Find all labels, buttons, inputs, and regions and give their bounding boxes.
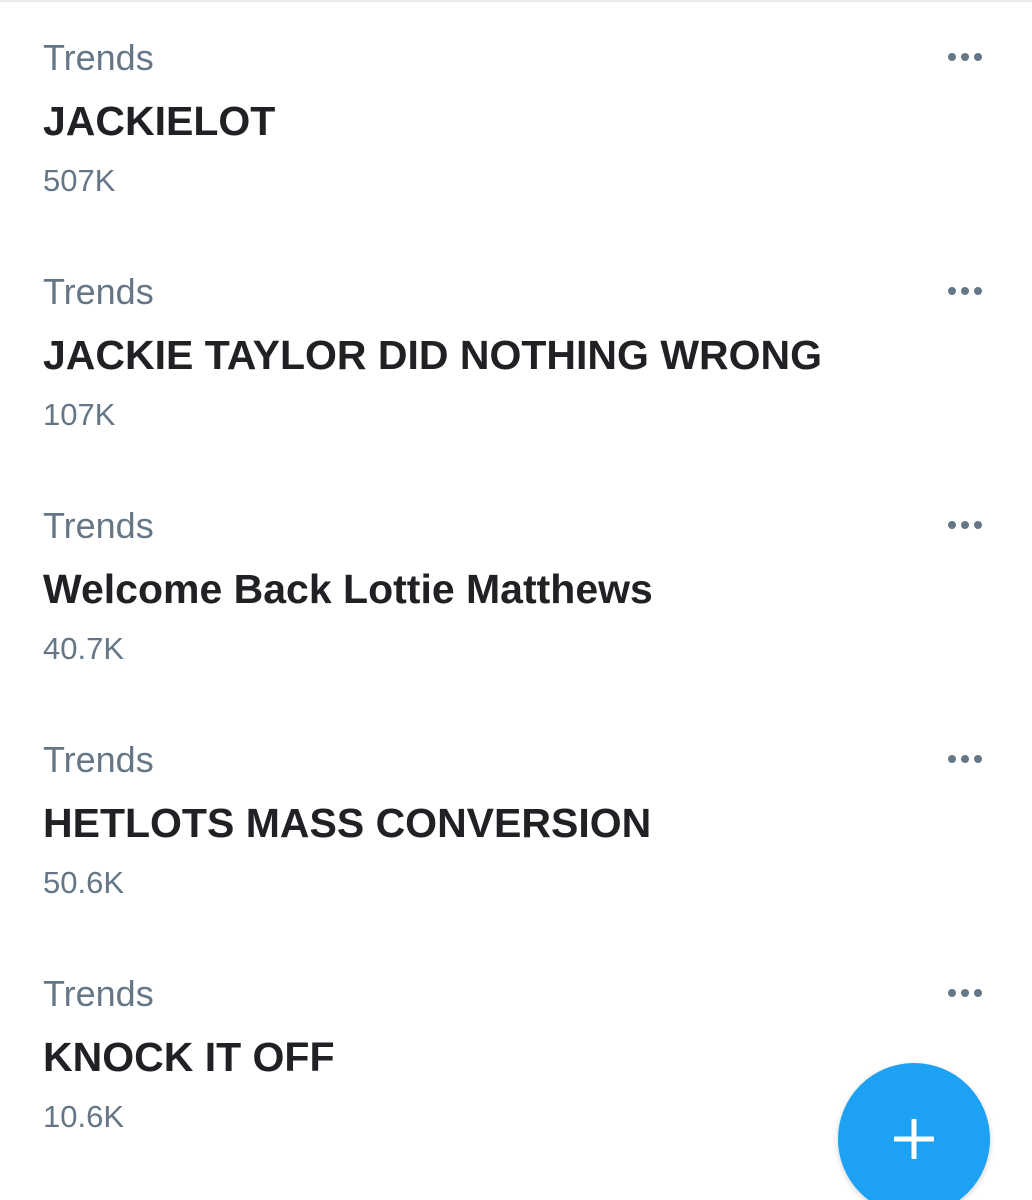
trend-name: HETLOTS MASS CONVERSION bbox=[43, 800, 652, 846]
trend-context: Trends bbox=[43, 37, 154, 78]
more-options-button[interactable] bbox=[938, 42, 992, 72]
trend-item[interactable]: Trends Welcome Back Lottie Matthews 40.7… bbox=[0, 468, 1032, 702]
more-horizontal-icon bbox=[948, 521, 982, 529]
more-horizontal-icon bbox=[948, 53, 982, 61]
trend-count: 507K bbox=[43, 163, 116, 198]
more-options-button[interactable] bbox=[938, 276, 992, 306]
trend-item[interactable]: Trends HETLOTS MASS CONVERSION 50.6K bbox=[0, 702, 1032, 936]
trend-name: Welcome Back Lottie Matthews bbox=[43, 566, 653, 612]
more-options-button[interactable] bbox=[938, 978, 992, 1008]
trend-count: 107K bbox=[43, 397, 116, 432]
trend-list: Trends JACKIELOT 507K Trends JACKIE TAYL… bbox=[0, 0, 1032, 1170]
trend-count: 10.6K bbox=[43, 1099, 125, 1134]
trend-name: JACKIE TAYLOR DID NOTHING WRONG bbox=[43, 332, 823, 378]
trend-item[interactable]: Trends JACKIE TAYLOR DID NOTHING WRONG 1… bbox=[0, 234, 1032, 468]
trend-context: Trends bbox=[43, 505, 154, 546]
plus-icon bbox=[894, 1119, 934, 1159]
more-options-button[interactable] bbox=[938, 744, 992, 774]
more-horizontal-icon bbox=[948, 755, 982, 763]
more-horizontal-icon bbox=[948, 989, 982, 997]
trends-screen: Trends JACKIELOT 507K Trends JACKIE TAYL… bbox=[0, 0, 1032, 1200]
trend-name: KNOCK IT OFF bbox=[43, 1034, 335, 1080]
trend-item[interactable]: Trends JACKIELOT 507K bbox=[0, 0, 1032, 234]
trend-count: 50.6K bbox=[43, 865, 125, 900]
more-options-button[interactable] bbox=[938, 510, 992, 540]
trend-context: Trends bbox=[43, 271, 154, 312]
trend-name: JACKIELOT bbox=[43, 98, 276, 144]
more-horizontal-icon bbox=[948, 287, 982, 295]
trend-context: Trends bbox=[43, 739, 154, 780]
trend-context: Trends bbox=[43, 973, 154, 1014]
trend-count: 40.7K bbox=[43, 631, 125, 666]
